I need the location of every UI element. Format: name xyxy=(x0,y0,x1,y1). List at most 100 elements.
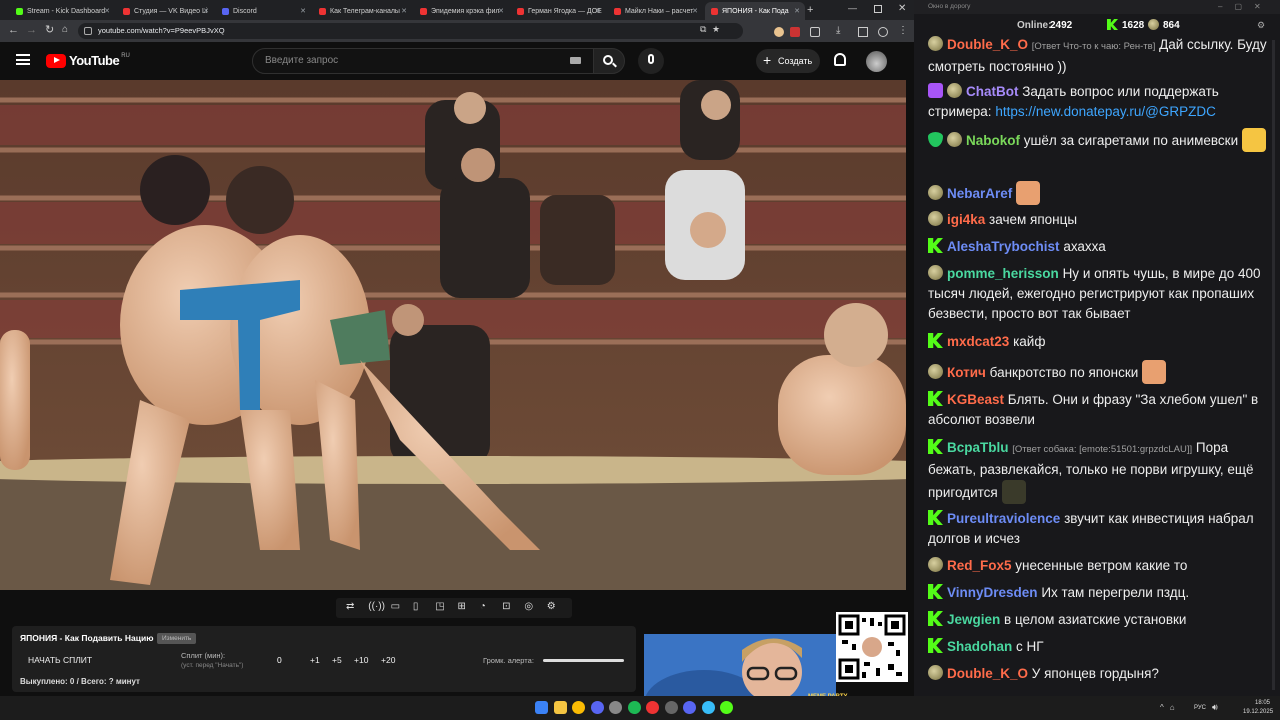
grid-icon[interactable]: ⊞ xyxy=(458,601,466,613)
chat-username[interactable]: Jewgien xyxy=(947,612,1000,627)
speed-icon[interactable]: ◔ xyxy=(480,601,486,613)
increment-button[interactable]: +10 xyxy=(354,655,368,665)
chat-username[interactable]: igi4ka xyxy=(947,212,985,227)
broadcast-icon[interactable]: ((·)) xyxy=(368,601,385,613)
steam-icon[interactable] xyxy=(609,701,622,714)
tab-close-icon[interactable]: ✕ xyxy=(401,7,407,15)
browser-tab[interactable]: Discord ✕ xyxy=(216,2,311,20)
browser-tab[interactable]: Герман Ягодка — ДОЕ ✕ xyxy=(511,2,606,20)
chat-username[interactable]: Котич xyxy=(947,365,986,380)
alert-volume-slider[interactable] xyxy=(543,659,624,662)
video-frame xyxy=(0,80,906,590)
video-player[interactable] xyxy=(0,80,906,590)
menu-icon[interactable] xyxy=(16,54,30,65)
tab-favicon xyxy=(711,7,718,15)
forward-icon[interactable]: → xyxy=(26,24,37,36)
youtube-logo[interactable]: YouTube RU xyxy=(46,53,130,68)
home-icon[interactable]: ⌂ xyxy=(62,24,68,35)
screenshot-icon[interactable]: ◎ xyxy=(524,601,533,613)
tray-icons[interactable]: ^⌂ xyxy=(1160,703,1181,712)
discord-icon[interactable] xyxy=(590,701,604,714)
other-count: 864 xyxy=(1163,20,1180,31)
tab-close-icon[interactable]: ✕ xyxy=(692,7,698,15)
telegram-icon[interactable] xyxy=(701,701,715,714)
avatar[interactable] xyxy=(866,51,887,72)
spotify-icon[interactable] xyxy=(627,701,641,714)
browser-tab[interactable]: ЯПОНИЯ - Как Пода ✕ xyxy=(705,2,805,20)
browser-tab[interactable]: Студия — VK Видео Li ✕ xyxy=(117,2,214,20)
clock-time[interactable]: 18:05 xyxy=(1255,700,1270,706)
obs-icon[interactable] xyxy=(646,701,659,714)
chat-username[interactable]: mxdcat23 xyxy=(947,334,1009,349)
ghost-icon xyxy=(928,557,943,572)
chat-username[interactable]: Shadohan xyxy=(947,639,1012,654)
tab-close-icon[interactable]: ✕ xyxy=(498,7,504,15)
clock-date[interactable]: 19.12.2025 xyxy=(1243,709,1273,715)
chat-username[interactable]: Red_Fox5 xyxy=(947,558,1012,573)
chat-message: ChatBot Задать вопрос или поддержать стр… xyxy=(928,82,1268,122)
split-value[interactable]: 0 xyxy=(277,655,282,665)
site-info-icon[interactable] xyxy=(84,27,92,35)
search-button[interactable] xyxy=(593,48,625,74)
reload-icon[interactable]: ↻ xyxy=(45,23,54,36)
pip-icon[interactable]: ◳ xyxy=(435,601,444,613)
media-icon[interactable] xyxy=(664,701,678,714)
donate-link[interactable]: https://new.donatepay.ru/@GRPZDC xyxy=(995,104,1216,119)
chat-username[interactable]: pomme_herisson xyxy=(947,266,1059,281)
profile-icons[interactable]: ⤓ ⋮ xyxy=(760,25,910,37)
keyboard-icon[interactable] xyxy=(570,57,581,64)
kick-icon[interactable] xyxy=(720,701,733,714)
language-indicator[interactable]: РУС xyxy=(1194,705,1206,711)
tab-close-icon[interactable]: ✕ xyxy=(104,7,110,15)
settings-icon[interactable]: ⚙ xyxy=(547,601,556,613)
browser-tab[interactable]: Stream - Kick Dashboard ✕ xyxy=(10,2,115,20)
chat-settings-icon[interactable]: ⚙ xyxy=(1257,20,1265,31)
start-icon[interactable] xyxy=(535,701,548,714)
increment-button[interactable]: +1 xyxy=(310,655,320,665)
maximize-button[interactable] xyxy=(874,5,882,13)
search-icon[interactable] xyxy=(553,701,567,714)
new-tab-button[interactable]: + xyxy=(807,4,813,16)
chat-username[interactable]: Pureultraviolence xyxy=(947,511,1060,526)
tab-close-icon[interactable]: ✕ xyxy=(300,7,306,15)
youtube-icon[interactable] xyxy=(683,701,696,714)
increment-button[interactable]: +20 xyxy=(381,655,395,665)
tab-close-icon[interactable]: ✕ xyxy=(794,7,800,15)
chat-scrollbar[interactable] xyxy=(1272,40,1275,690)
repeat-icon[interactable]: ⇄ xyxy=(346,601,354,613)
chat-username[interactable]: Nabokof xyxy=(966,133,1020,148)
chat-username[interactable]: ChatBot xyxy=(966,84,1019,99)
browser-tab[interactable]: Эпидемия крэка фил ✕ xyxy=(414,2,509,20)
tv-icon[interactable]: ▭ xyxy=(391,601,400,613)
close-window-button[interactable]: ✕ xyxy=(898,3,906,14)
browser-tab[interactable]: Майкл Наки – расчет ✕ xyxy=(608,2,703,20)
search-input[interactable]: Введите запрос xyxy=(252,48,594,74)
voice-search-button[interactable] xyxy=(638,48,664,74)
edit-badge[interactable]: Изменить xyxy=(157,633,197,644)
chat-message: Double_K_O У японцев гордыня? xyxy=(928,664,1268,684)
chat-username[interactable]: KGBeast xyxy=(947,392,1004,407)
back-icon[interactable]: ← xyxy=(8,24,19,36)
chat-username[interactable]: Double_K_O xyxy=(947,666,1028,681)
chrome-icon[interactable] xyxy=(572,701,585,714)
minimize-button[interactable]: — xyxy=(848,3,857,13)
webcam-overlay xyxy=(644,634,836,696)
chat-window-controls[interactable]: –▢✕ xyxy=(1218,2,1273,11)
start-split-button[interactable]: НАЧАТЬ СПЛИТ xyxy=(28,655,92,665)
tab-close-icon[interactable]: ✕ xyxy=(203,7,209,15)
chat-username[interactable]: Double_K_O xyxy=(947,37,1028,52)
chat-message: AleshaTrybochist ахахха xyxy=(928,237,1268,257)
url-field[interactable]: youtube.com/watch?v=P9eevPBJvXQ xyxy=(78,23,743,39)
chat-username[interactable]: AleshaTrybochist xyxy=(947,239,1060,254)
browser-tab[interactable]: Как Телеграм-каналы ✕ xyxy=(313,2,412,20)
volume-icon[interactable]: 🔊︎ xyxy=(1212,702,1218,713)
tab-close-icon[interactable]: ✕ xyxy=(595,7,601,15)
chat-username[interactable]: VinnyDresden xyxy=(947,585,1038,600)
subtitles-icon[interactable]: ⊡ xyxy=(502,601,510,613)
folder-icon[interactable]: ▯ xyxy=(413,601,419,613)
increment-button[interactable]: +5 xyxy=(332,655,342,665)
chat-username[interactable]: NebarAref xyxy=(947,186,1012,201)
notifications-icon[interactable] xyxy=(834,53,846,66)
extensions-icons[interactable]: ⧉★ xyxy=(700,24,726,35)
chat-username[interactable]: BcpaTblu xyxy=(947,440,1009,455)
